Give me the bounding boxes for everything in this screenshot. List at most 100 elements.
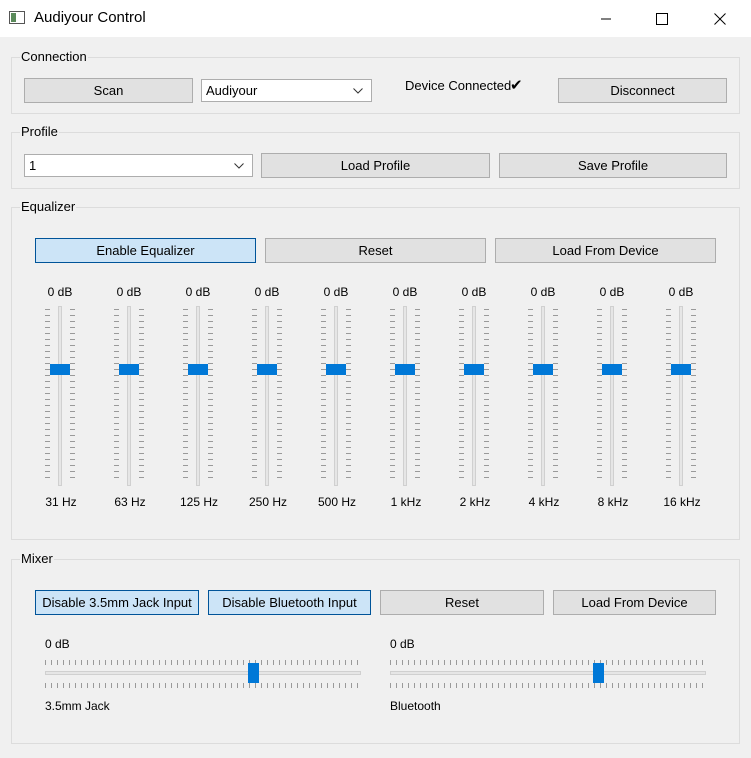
slider-ticks <box>183 309 188 478</box>
slider-ticks <box>691 309 696 478</box>
slider-ticks <box>415 309 420 478</box>
scan-button[interactable]: Scan <box>24 78 193 103</box>
eq-band-frequency-label: 125 Hz <box>179 495 219 509</box>
mixer-channel-gain-label: 0 dB <box>390 637 415 651</box>
slider-track <box>58 306 62 486</box>
slider-thumb[interactable] <box>188 364 208 375</box>
slider-thumb[interactable] <box>593 663 604 683</box>
slider-track <box>196 306 200 486</box>
eq-band-gain-label: 0 dB <box>599 285 625 299</box>
minimize-button[interactable] <box>583 0 629 37</box>
mixer-channel-name-label: Bluetooth <box>390 699 441 713</box>
slider-thumb[interactable] <box>464 364 484 375</box>
eq-band-gain-label: 0 dB <box>392 285 418 299</box>
slider-track <box>390 671 706 675</box>
connection-group-label: Connection <box>20 49 88 64</box>
slider-ticks <box>346 309 351 478</box>
slider-thumb[interactable] <box>248 663 259 683</box>
check-icon: ✔ <box>510 77 523 94</box>
disable-bluetooth-input-button[interactable]: Disable Bluetooth Input <box>208 590 371 615</box>
profile-select-value: 1 <box>29 158 37 173</box>
maximize-button[interactable] <box>639 0 685 37</box>
window-title: Audiyour Control <box>34 9 146 26</box>
slider-ticks <box>321 309 326 478</box>
eq-band-slider[interactable] <box>528 306 558 486</box>
slider-track <box>265 306 269 486</box>
disable-jack-input-button[interactable]: Disable 3.5mm Jack Input <box>35 590 199 615</box>
slider-ticks <box>139 309 144 478</box>
mixer-channel-name-label: 3.5mm Jack <box>45 699 110 713</box>
device-select-value: Audiyour <box>206 83 258 98</box>
eq-band-frequency-label: 4 kHz <box>528 495 560 509</box>
mixer-channel-slider[interactable] <box>390 655 706 691</box>
eq-band-slider[interactable] <box>183 306 213 486</box>
eq-band-frequency-label: 500 Hz <box>317 495 357 509</box>
enable-equalizer-button[interactable]: Enable Equalizer <box>35 238 256 263</box>
eq-band-slider[interactable] <box>597 306 627 486</box>
app-icon <box>9 11 25 24</box>
eq-band-frequency-label: 16 kHz <box>663 495 701 509</box>
maximize-icon <box>656 12 668 25</box>
device-status-text: Device Connected <box>405 78 512 93</box>
eq-band-slider[interactable] <box>45 306 75 486</box>
slider-track <box>403 306 407 486</box>
slider-ticks <box>114 309 119 478</box>
slider-thumb[interactable] <box>533 364 553 375</box>
slider-ticks <box>45 660 358 665</box>
eq-band-frequency-label: 8 kHz <box>597 495 629 509</box>
eq-band-frequency-label: 1 kHz <box>390 495 422 509</box>
eq-band-frequency-label: 250 Hz <box>248 495 288 509</box>
equalizer-load-from-device-button[interactable]: Load From Device <box>495 238 716 263</box>
eq-band-gain-label: 0 dB <box>530 285 556 299</box>
mixer-channel-slider[interactable] <box>45 655 361 691</box>
slider-thumb[interactable] <box>50 364 70 375</box>
slider-track <box>472 306 476 486</box>
eq-band-gain-label: 0 dB <box>254 285 280 299</box>
eq-band-slider[interactable] <box>390 306 420 486</box>
slider-ticks <box>528 309 533 478</box>
slider-ticks <box>597 309 602 478</box>
slider-thumb[interactable] <box>119 364 139 375</box>
slider-thumb[interactable] <box>257 364 277 375</box>
eq-band-slider[interactable] <box>459 306 489 486</box>
eq-band-gain-label: 0 dB <box>116 285 142 299</box>
mixer-load-from-device-button[interactable]: Load From Device <box>553 590 716 615</box>
load-profile-button[interactable]: Load Profile <box>261 153 490 178</box>
eq-band-slider[interactable] <box>114 306 144 486</box>
eq-band-slider[interactable] <box>321 306 351 486</box>
slider-ticks <box>252 309 257 478</box>
mixer-reset-button[interactable]: Reset <box>380 590 544 615</box>
slider-track <box>127 306 131 486</box>
slider-thumb[interactable] <box>326 364 346 375</box>
slider-thumb[interactable] <box>395 364 415 375</box>
slider-track <box>679 306 683 486</box>
eq-band-gain-label: 0 dB <box>461 285 487 299</box>
slider-track <box>541 306 545 486</box>
equalizer-reset-button[interactable]: Reset <box>265 238 486 263</box>
chevron-down-icon <box>353 88 363 94</box>
slider-ticks <box>622 309 627 478</box>
slider-thumb[interactable] <box>602 364 622 375</box>
profile-select[interactable]: 1 <box>24 154 253 177</box>
eq-band-gain-label: 0 dB <box>47 285 73 299</box>
slider-ticks <box>208 309 213 478</box>
eq-band-slider[interactable] <box>666 306 696 486</box>
mixer-group <box>11 559 740 744</box>
mixer-channel-gain-label: 0 dB <box>45 637 70 651</box>
equalizer-group-label: Equalizer <box>20 199 77 214</box>
eq-band-slider[interactable] <box>252 306 282 486</box>
slider-ticks <box>390 683 703 688</box>
slider-ticks <box>277 309 282 478</box>
slider-track <box>45 671 361 675</box>
slider-ticks <box>45 683 358 688</box>
close-button[interactable] <box>697 0 743 37</box>
device-select[interactable]: Audiyour <box>201 79 372 102</box>
disconnect-button[interactable]: Disconnect <box>558 78 727 103</box>
save-profile-button[interactable]: Save Profile <box>499 153 727 178</box>
eq-band-gain-label: 0 dB <box>323 285 349 299</box>
slider-ticks <box>553 309 558 478</box>
eq-band-frequency-label: 63 Hz <box>114 495 146 509</box>
close-icon <box>714 12 726 25</box>
chevron-down-icon <box>234 163 244 169</box>
slider-thumb[interactable] <box>671 364 691 375</box>
